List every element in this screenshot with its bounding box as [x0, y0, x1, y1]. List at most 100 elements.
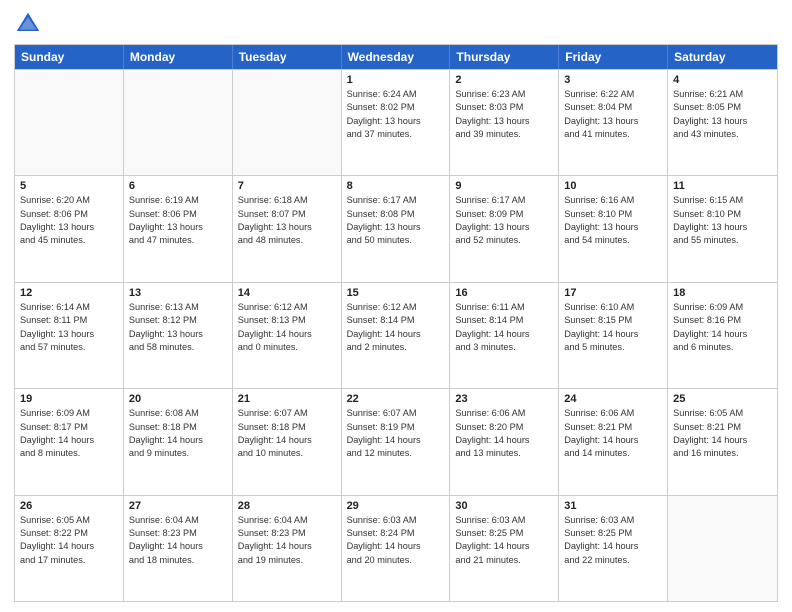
day-number: 13 — [129, 287, 227, 299]
logo — [14, 10, 46, 38]
day-number: 25 — [673, 393, 772, 405]
calendar-day: 12Sunrise: 6:14 AM Sunset: 8:11 PM Dayli… — [15, 283, 124, 388]
header — [14, 10, 778, 38]
day-info: Sunrise: 6:08 AM Sunset: 8:18 PM Dayligh… — [129, 407, 227, 460]
day-number: 10 — [564, 180, 662, 192]
day-info: Sunrise: 6:09 AM Sunset: 8:17 PM Dayligh… — [20, 407, 118, 460]
day-number: 24 — [564, 393, 662, 405]
calendar-day: 17 Sunrise: 6:10 AM Sunset: 8:15 PM Dayli… — [559, 283, 668, 388]
day-info: Sunrise: 6:13 AM Sunset: 8:12 PM Dayligh… — [129, 301, 227, 354]
calendar-day: 8 Sunrise: 6:17 AM Sunset: 8:08 PM Daylig… — [342, 176, 451, 281]
empty-cell — [233, 70, 342, 175]
day-info: Sunrise: 6:04 AM Sunset: 8:23 PM Dayligh… — [129, 514, 227, 567]
calendar-day: 2 Sunrise: 6:23 AM Sunset: 8:03 PM Daylig… — [450, 70, 559, 175]
empty-cell — [15, 70, 124, 175]
day-number: 30 — [455, 500, 553, 512]
calendar-day: 9Sunrise: 6:17 AM Sunset: 8:09 PM Daylig… — [450, 176, 559, 281]
calendar: SundayMondayTuesdayWednesdayThursdayFrid… — [14, 44, 778, 602]
calendar-week-row: 19Sunrise: 6:09 AM Sunset: 8:17 PM Dayli… — [15, 388, 777, 494]
day-number: 15 — [347, 287, 445, 299]
day-info: Sunrise: 6:04 AM Sunset: 8:23 PM Dayligh… — [238, 514, 336, 567]
day-info: Sunrise: 6:09 AM Sunset: 8:16 PM Dayligh… — [673, 301, 772, 354]
day-number: 23 — [455, 393, 553, 405]
day-number: 8 — [347, 180, 445, 192]
day-number: 16 — [455, 287, 553, 299]
calendar-week-row: 26 Sunrise: 6:05 AM Sunset: 8:22 PM Dayli… — [15, 495, 777, 601]
day-number: 6 — [129, 180, 227, 192]
day-info: Sunrise: 6:05 AM Sunset: 8:21 PM Dayligh… — [673, 407, 772, 460]
day-info: Sunrise: 6:17 AM Sunset: 8:08 PM Dayligh… — [347, 194, 445, 247]
calendar-day: 19Sunrise: 6:09 AM Sunset: 8:17 PM Dayli… — [15, 389, 124, 494]
day-info: Sunrise: 6:11 AM Sunset: 8:14 PM Dayligh… — [455, 301, 553, 354]
calendar-day: 16 Sunrise: 6:11 AM Sunset: 8:14 PM Dayli… — [450, 283, 559, 388]
calendar-day: 29 Sunrise: 6:03 AM Sunset: 8:24 PM Dayli… — [342, 496, 451, 601]
empty-cell — [124, 70, 233, 175]
day-info: Sunrise: 6:14 AM Sunset: 8:11 PM Dayligh… — [20, 301, 118, 354]
day-info: Sunrise: 6:03 AM Sunset: 8:24 PM Dayligh… — [347, 514, 445, 567]
logo-icon — [14, 10, 42, 38]
day-info: Sunrise: 6:06 AM Sunset: 8:21 PM Dayligh… — [564, 407, 662, 460]
day-number: 17 — [564, 287, 662, 299]
day-number: 11 — [673, 180, 772, 192]
calendar-day: 26 Sunrise: 6:05 AM Sunset: 8:22 PM Dayli… — [15, 496, 124, 601]
day-info: Sunrise: 6:12 AM Sunset: 8:13 PM Dayligh… — [238, 301, 336, 354]
day-info: Sunrise: 6:15 AM Sunset: 8:10 PM Dayligh… — [673, 194, 772, 247]
weekday-header: Tuesday — [233, 45, 342, 69]
calendar-day: 18 Sunrise: 6:09 AM Sunset: 8:16 PM Dayli… — [668, 283, 777, 388]
calendar-day: 22 Sunrise: 6:07 AM Sunset: 8:19 PM Dayli… — [342, 389, 451, 494]
calendar-day: 25 Sunrise: 6:05 AM Sunset: 8:21 PM Dayli… — [668, 389, 777, 494]
day-info: Sunrise: 6:22 AM Sunset: 8:04 PM Dayligh… — [564, 88, 662, 141]
weekday-header: Thursday — [450, 45, 559, 69]
calendar-day: 15 Sunrise: 6:12 AM Sunset: 8:14 PM Dayli… — [342, 283, 451, 388]
weekday-header: Saturday — [668, 45, 777, 69]
day-info: Sunrise: 6:21 AM Sunset: 8:05 PM Dayligh… — [673, 88, 772, 141]
calendar-day: 21Sunrise: 6:07 AM Sunset: 8:18 PM Dayli… — [233, 389, 342, 494]
day-number: 14 — [238, 287, 336, 299]
day-info: Sunrise: 6:07 AM Sunset: 8:18 PM Dayligh… — [238, 407, 336, 460]
day-number: 5 — [20, 180, 118, 192]
weekday-header: Monday — [124, 45, 233, 69]
calendar-day: 20Sunrise: 6:08 AM Sunset: 8:18 PM Dayli… — [124, 389, 233, 494]
day-info: Sunrise: 6:12 AM Sunset: 8:14 PM Dayligh… — [347, 301, 445, 354]
day-info: Sunrise: 6:24 AM Sunset: 8:02 PM Dayligh… — [347, 88, 445, 141]
calendar-day: 7 Sunrise: 6:18 AM Sunset: 8:07 PM Daylig… — [233, 176, 342, 281]
day-info: Sunrise: 6:10 AM Sunset: 8:15 PM Dayligh… — [564, 301, 662, 354]
calendar-day: 13 Sunrise: 6:13 AM Sunset: 8:12 PM Dayli… — [124, 283, 233, 388]
day-info: Sunrise: 6:19 AM Sunset: 8:06 PM Dayligh… — [129, 194, 227, 247]
calendar-day: 6 Sunrise: 6:19 AM Sunset: 8:06 PM Daylig… — [124, 176, 233, 281]
day-number: 7 — [238, 180, 336, 192]
calendar-day: 30Sunrise: 6:03 AM Sunset: 8:25 PM Dayli… — [450, 496, 559, 601]
day-info: Sunrise: 6:18 AM Sunset: 8:07 PM Dayligh… — [238, 194, 336, 247]
day-info: Sunrise: 6:16 AM Sunset: 8:10 PM Dayligh… — [564, 194, 662, 247]
day-number: 27 — [129, 500, 227, 512]
day-number: 2 — [455, 74, 553, 86]
day-number: 4 — [673, 74, 772, 86]
day-info: Sunrise: 6:05 AM Sunset: 8:22 PM Dayligh… — [20, 514, 118, 567]
day-info: Sunrise: 6:03 AM Sunset: 8:25 PM Dayligh… — [564, 514, 662, 567]
calendar-day: 11 Sunrise: 6:15 AM Sunset: 8:10 PM Dayli… — [668, 176, 777, 281]
calendar-week-row: 5 Sunrise: 6:20 AM Sunset: 8:06 PM Daylig… — [15, 175, 777, 281]
day-number: 22 — [347, 393, 445, 405]
weekday-header: Sunday — [15, 45, 124, 69]
calendar-day: 31 Sunrise: 6:03 AM Sunset: 8:25 PM Dayli… — [559, 496, 668, 601]
day-info: Sunrise: 6:07 AM Sunset: 8:19 PM Dayligh… — [347, 407, 445, 460]
day-info: Sunrise: 6:23 AM Sunset: 8:03 PM Dayligh… — [455, 88, 553, 141]
day-number: 18 — [673, 287, 772, 299]
day-info: Sunrise: 6:20 AM Sunset: 8:06 PM Dayligh… — [20, 194, 118, 247]
calendar-day: 3 Sunrise: 6:22 AM Sunset: 8:04 PM Daylig… — [559, 70, 668, 175]
weekday-header: Friday — [559, 45, 668, 69]
day-number: 3 — [564, 74, 662, 86]
calendar-week-row: 12Sunrise: 6:14 AM Sunset: 8:11 PM Dayli… — [15, 282, 777, 388]
calendar-day: 1Sunrise: 6:24 AM Sunset: 8:02 PM Daylig… — [342, 70, 451, 175]
page: SundayMondayTuesdayWednesdayThursdayFrid… — [0, 0, 792, 612]
calendar-day: 27 Sunrise: 6:04 AM Sunset: 8:23 PM Dayli… — [124, 496, 233, 601]
day-number: 26 — [20, 500, 118, 512]
day-number: 29 — [347, 500, 445, 512]
day-number: 31 — [564, 500, 662, 512]
weekday-header: Wednesday — [342, 45, 451, 69]
calendar-header: SundayMondayTuesdayWednesdayThursdayFrid… — [15, 45, 777, 69]
calendar-day: 14 Sunrise: 6:12 AM Sunset: 8:13 PM Dayli… — [233, 283, 342, 388]
calendar-week-row: 1Sunrise: 6:24 AM Sunset: 8:02 PM Daylig… — [15, 69, 777, 175]
day-number: 28 — [238, 500, 336, 512]
calendar-day: 28 Sunrise: 6:04 AM Sunset: 8:23 PM Dayli… — [233, 496, 342, 601]
